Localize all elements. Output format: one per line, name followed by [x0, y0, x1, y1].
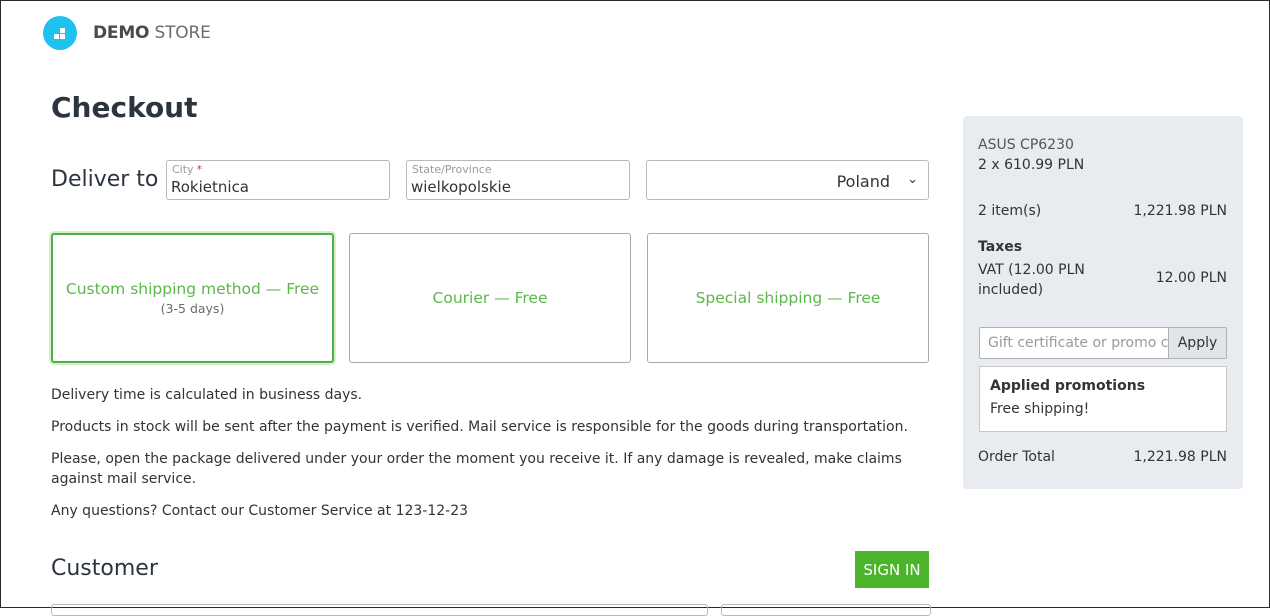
- page-title: Checkout: [51, 91, 198, 124]
- info-package: Please, open the package delivered under…: [51, 451, 902, 487]
- shipping-option-courier[interactable]: Courier — Free: [349, 233, 631, 363]
- city-label-text: City: [172, 163, 194, 176]
- required-mark: *: [196, 163, 203, 176]
- shipping-option-days: (3-5 days): [160, 301, 225, 316]
- promo-code-input[interactable]: [988, 335, 1168, 351]
- apply-button[interactable]: Apply: [1168, 328, 1226, 358]
- store-logo[interactable]: DEMO STORE: [43, 16, 211, 50]
- info-stock: Products in stock will be sent after the…: [51, 419, 908, 435]
- logo-text-light: STORE: [154, 23, 211, 43]
- info-contact: Any questions? Contact our Customer Serv…: [51, 503, 469, 519]
- shipping-option-name: Custom shipping method — Free: [65, 280, 320, 298]
- order-summary: ASUS CP6230 2 x 610.99 PLN 2 item(s) 1,2…: [963, 116, 1243, 489]
- promo-code-field[interactable]: Apply: [979, 327, 1227, 359]
- applied-promotions: Applied promotions Free shipping!: [979, 366, 1227, 432]
- vat-value: 12.00 PLN: [1155, 270, 1227, 286]
- city-field[interactable]: City *: [166, 160, 390, 200]
- customer-action-button[interactable]: [721, 604, 931, 616]
- shipping-option-custom[interactable]: Custom shipping method — Free (3-5 days): [51, 233, 334, 363]
- city-input[interactable]: [171, 178, 381, 196]
- order-total-value: 1,221.98 PLN: [1133, 449, 1227, 465]
- vat-label: VAT (12.00 PLN included): [978, 262, 1085, 298]
- chevron-down-icon: ⌄: [907, 172, 918, 187]
- shipping-option-special[interactable]: Special shipping — Free: [647, 233, 929, 363]
- shipping-option-name: Courier — Free: [432, 289, 548, 307]
- shipping-option-name: Special shipping — Free: [695, 289, 881, 307]
- product-name: ASUS CP6230: [978, 137, 1074, 153]
- applied-promotions-heading: Applied promotions: [990, 378, 1146, 394]
- applied-promotion-item: Free shipping!: [990, 401, 1090, 417]
- logo-icon: [43, 16, 77, 50]
- items-value: 1,221.98 PLN: [1133, 203, 1227, 219]
- state-field[interactable]: State/Province: [406, 160, 630, 200]
- city-label: City *: [172, 163, 202, 176]
- customer-heading: Customer: [51, 556, 158, 581]
- state-label: State/Province: [412, 163, 492, 176]
- sign-in-button[interactable]: SIGN IN: [855, 551, 929, 588]
- deliver-to-label: Deliver to: [51, 167, 159, 192]
- logo-text-bold: DEMO: [93, 23, 150, 43]
- email-field[interactable]: [51, 604, 708, 616]
- product-qty-price: 2 x 610.99 PLN: [978, 157, 1085, 173]
- country-select[interactable]: Poland ⌄: [646, 160, 929, 200]
- state-input[interactable]: [411, 178, 621, 196]
- taxes-heading: Taxes: [978, 239, 1023, 255]
- items-label: 2 item(s): [978, 203, 1042, 219]
- logo-text: DEMO STORE: [93, 23, 211, 43]
- order-total-label: Order Total: [978, 449, 1055, 465]
- info-delivery-time: Delivery time is calculated in business …: [51, 387, 363, 403]
- country-value: Poland: [836, 172, 890, 191]
